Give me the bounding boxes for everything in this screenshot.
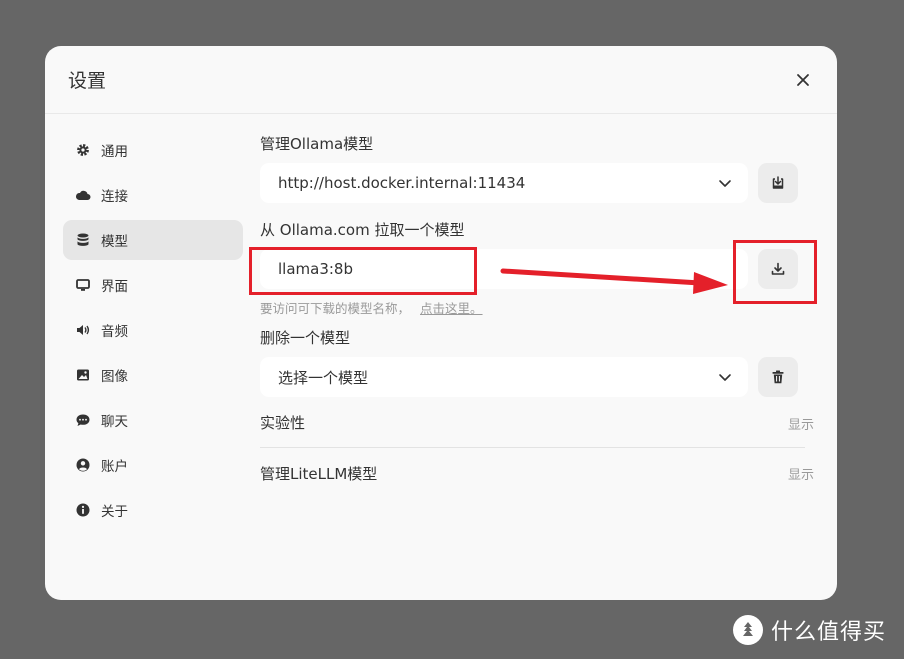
watermark: 什么值得买 <box>733 614 886 646</box>
watermark-logo-icon <box>733 615 763 645</box>
watermark-text: 什么值得买 <box>771 620 887 645</box>
annotation-arrow <box>500 268 728 294</box>
